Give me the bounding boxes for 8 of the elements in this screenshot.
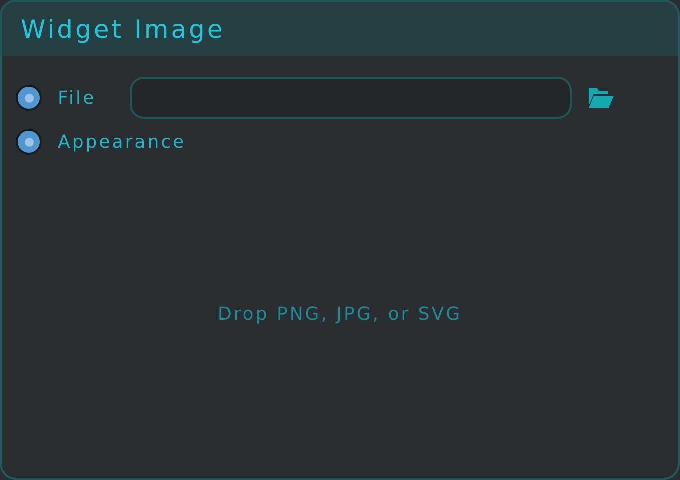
folder-icon[interactable]: [588, 87, 614, 109]
file-path-field[interactable]: [130, 77, 572, 119]
drop-hint: Drop PNG, JPG, or SVG: [218, 304, 462, 324]
radio-button[interactable]: [16, 85, 42, 111]
option-label: Appearance: [58, 132, 186, 152]
option-label: File: [58, 88, 98, 108]
radio-button[interactable]: [16, 129, 42, 155]
window-title: Widget Image: [21, 14, 226, 44]
